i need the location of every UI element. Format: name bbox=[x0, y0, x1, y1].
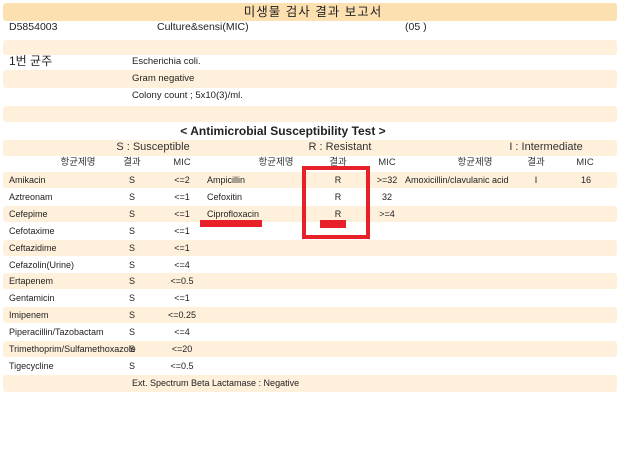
header-mic-3: MIC bbox=[576, 157, 594, 168]
table-cell-drug: Cefoxitin bbox=[207, 191, 243, 202]
table-cell-result: S bbox=[128, 191, 136, 202]
spacer-band bbox=[3, 106, 617, 122]
header-result-3: 결과 bbox=[527, 157, 545, 168]
table-cell-mic: <=1 bbox=[174, 208, 190, 219]
table-cell-drug: Gentamicin bbox=[9, 293, 55, 304]
annotation-box bbox=[302, 166, 370, 239]
table-cell-mic: <=0.5 bbox=[170, 276, 194, 287]
table-cell-result: S bbox=[128, 208, 136, 219]
test-code: (05 ) bbox=[405, 21, 427, 33]
table-cell-mic: <=1 bbox=[174, 191, 190, 202]
header-drug-1: 항균제명 bbox=[60, 157, 96, 168]
table-cell-drug: Trimethoprim/Sulfamethoxazole bbox=[9, 344, 136, 354]
esbl-band bbox=[3, 375, 617, 392]
table-cell-drug: Tigecycline bbox=[9, 360, 54, 371]
table-cell-drug: Ampicillin bbox=[207, 175, 246, 185]
table-cell-drug: Ceftazidime bbox=[9, 242, 57, 253]
table-cell-drug: Cefotaxime bbox=[9, 225, 55, 236]
spacer-band bbox=[3, 40, 617, 55]
table-cell-mic: 16 bbox=[580, 175, 592, 185]
row-stripe bbox=[3, 307, 617, 324]
esbl-result: Ext. Spectrum Beta Lactamase : Negative bbox=[132, 378, 300, 388]
table-cell-mic: <=1 bbox=[174, 242, 190, 253]
table-cell-result: S bbox=[128, 276, 136, 287]
header-mic-2: MIC bbox=[378, 157, 396, 168]
table-cell-drug: Ertapenem bbox=[9, 276, 54, 287]
table-cell-result: S bbox=[128, 344, 136, 354]
table-cell-mic: <=2 bbox=[174, 175, 190, 185]
header-mic-1: MIC bbox=[173, 157, 191, 168]
annotation-underline bbox=[200, 220, 262, 227]
table-cell-mic: <=1 bbox=[174, 225, 190, 236]
table-cell-result: S bbox=[128, 360, 136, 371]
colony-count: Colony count ; 5x10(3)/ml. bbox=[132, 90, 243, 101]
table-cell-drug: Aztreonam bbox=[9, 191, 53, 202]
table-cell-drug: Cefazolin(Urine) bbox=[9, 259, 75, 270]
spacer-band bbox=[3, 70, 617, 88]
table-cell-drug: Ciprofloxacin bbox=[207, 208, 260, 219]
annotation-underline bbox=[320, 220, 346, 228]
table-cell-mic: <=4 bbox=[174, 327, 190, 338]
table-cell-result: S bbox=[128, 293, 136, 304]
gram-stain: Gram negative bbox=[132, 73, 195, 84]
table-cell-result: S bbox=[128, 225, 136, 236]
legend-susceptible: S : Susceptible bbox=[116, 141, 190, 153]
test-name: Culture&sensi(MIC) bbox=[157, 21, 249, 33]
table-cell-drug: Amoxicillin/clavulanic acid bbox=[405, 175, 509, 185]
table-cell-mic: <=1 bbox=[174, 293, 190, 304]
header-result-1: 결과 bbox=[123, 157, 141, 168]
row-stripe bbox=[3, 239, 617, 256]
table-cell-drug: Cefepime bbox=[9, 208, 48, 219]
table-cell-result: S bbox=[128, 327, 136, 338]
table-cell-drug: Piperacillin/Tazobactam bbox=[9, 327, 104, 338]
legend-resistant: R : Resistant bbox=[308, 141, 372, 153]
isolate-label: 1번 균주 bbox=[9, 54, 53, 68]
legend-intermediate: I : Intermediate bbox=[509, 141, 583, 153]
table-cell-mic: >=4 bbox=[379, 208, 395, 219]
table-cell-mic: 32 bbox=[381, 191, 393, 202]
header-drug-3: 항균제명 bbox=[457, 157, 493, 168]
report-title: 미생물 검사 결과 보고서 bbox=[243, 5, 383, 19]
table-cell-result: S bbox=[128, 175, 136, 185]
table-cell-drug: Amikacin bbox=[9, 175, 46, 185]
table-cell-mic: <=0.5 bbox=[170, 360, 194, 371]
specimen-id: D5854003 bbox=[9, 21, 58, 33]
table-cell-result: S bbox=[128, 242, 136, 253]
organism: Escherichia coli. bbox=[132, 56, 201, 67]
table-cell-result: S bbox=[128, 310, 136, 321]
table-cell-mic: <=20 bbox=[171, 344, 193, 354]
table-cell-result: S bbox=[128, 259, 136, 270]
table-cell-mic: <=4 bbox=[174, 259, 190, 270]
table-cell-result: I bbox=[534, 175, 538, 185]
ast-title: < Antimicrobial Susceptibility Test > bbox=[180, 124, 386, 138]
table-cell-drug: Imipenem bbox=[9, 310, 49, 321]
table-cell-mic: <=0.25 bbox=[167, 310, 197, 321]
table-cell-mic: >=32 bbox=[376, 175, 398, 185]
row-stripe bbox=[3, 273, 617, 290]
header-drug-2: 항균제명 bbox=[258, 157, 294, 168]
